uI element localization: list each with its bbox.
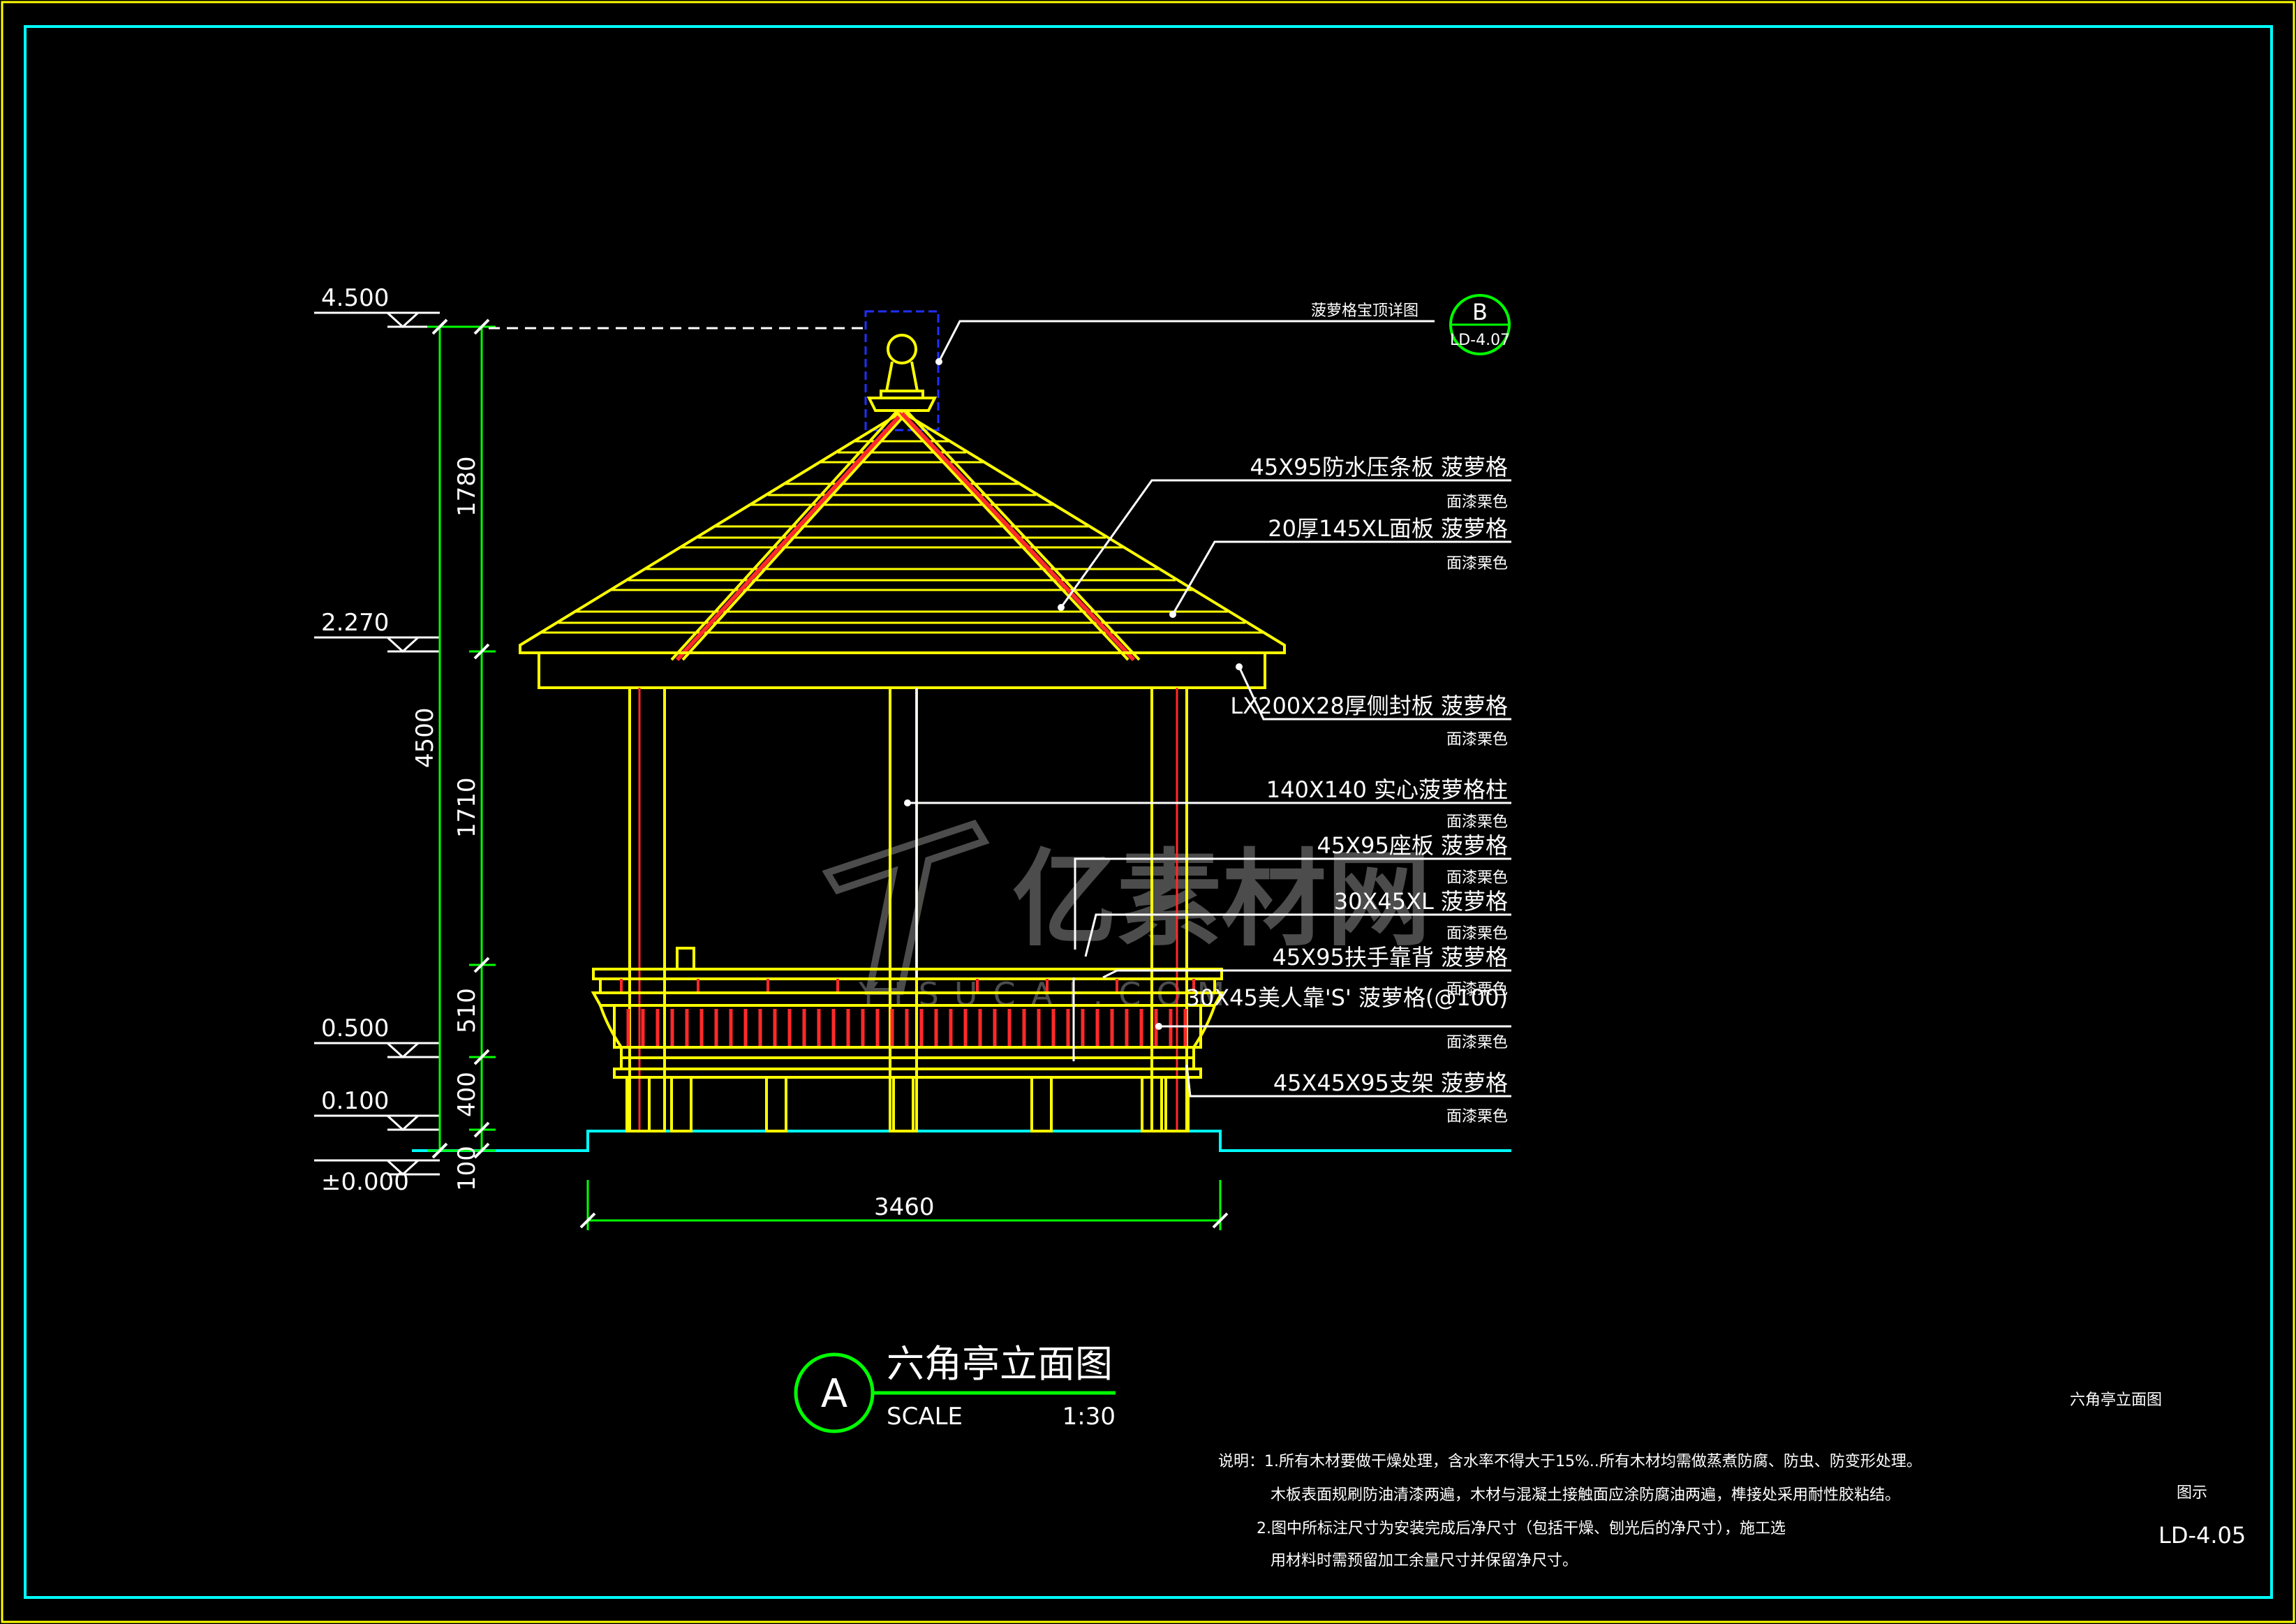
- dim-segment-1710: 1710: [453, 777, 481, 838]
- callout-5-main: 45X95座板 菠萝格: [1317, 832, 1508, 859]
- level-0500: 0.500: [321, 1014, 389, 1042]
- roof-boards: [541, 440, 1263, 634]
- callout-4-main: 140X140 实心菠萝格柱: [1266, 776, 1508, 803]
- callout-3-main: LX200X28厚侧封板 菠萝格: [1230, 693, 1508, 719]
- level-2270: 2.270: [321, 609, 389, 637]
- callout-2-sub: 面漆栗色: [1446, 555, 1508, 573]
- level-marker-0500: [314, 1042, 440, 1059]
- ground-line: [412, 1130, 1511, 1152]
- callout-6-main: 30X45XL 菠萝格: [1334, 888, 1508, 915]
- sheet-label: 图示: [2177, 1484, 2207, 1502]
- callout-8-sub: 面漆栗色: [1446, 1034, 1508, 1051]
- callout-8-main: 30X45美人靠'S' 菠萝格(@100): [1186, 984, 1509, 1011]
- dim-segment-400: 400: [453, 1072, 481, 1117]
- sheet-info: 六角亭立面图 图示 LD-4.05: [2070, 1392, 2246, 1549]
- callout-7-main: 45X95扶手靠背 菠萝格: [1272, 944, 1508, 970]
- scale-value: 1:30: [1062, 1403, 1116, 1431]
- callout-4-sub: 面漆栗色: [1446, 813, 1508, 831]
- title-text: 六角亭立面图: [887, 1342, 1113, 1386]
- detail-ref-sheet: LD-4.07: [1450, 332, 1510, 349]
- level-marker-2270: [314, 636, 440, 654]
- note-line-2: 木板表面规刷防油清漆两遍，木材与混凝土接触面应涂防腐油两遍，榫接处采用耐性胶粘结…: [1271, 1486, 1900, 1504]
- callout-3-sub: 面漆栗色: [1446, 731, 1508, 748]
- level-4500: 4.500: [321, 284, 389, 312]
- drawing-frame: [24, 25, 2273, 1599]
- drawing-title: A 六角亭立面图 SCALE 1:30: [794, 1342, 1116, 1433]
- lower-posts: [625, 1076, 1190, 1132]
- sheet-title: 六角亭立面图: [2070, 1392, 2162, 1409]
- watermark-logo-icon: [822, 819, 990, 995]
- callout-finial-detail: 菠萝格宝顶详图: [1311, 302, 1419, 320]
- title-letter: A: [821, 1371, 847, 1417]
- scale-label: SCALE: [887, 1403, 963, 1431]
- detail-reference: B LD-4.07: [1449, 294, 1511, 355]
- callout-9-main: 45X45X95支架 菠萝格: [1273, 1070, 1508, 1096]
- dim-segment-510: 510: [453, 988, 481, 1033]
- notes: 说明：1.所有木材要做干燥处理，含水率不得大于15%..所有木材均需做蒸煮防腐、…: [1218, 1453, 1922, 1570]
- note-line-3: 2.图中所标注尺寸为安装完成后净尺寸（包括干燥、刨光后的净尺寸），施工选: [1257, 1520, 1786, 1537]
- detail-ref-letter: B: [1472, 299, 1488, 325]
- cad-drawing: 亿素材网 YISUCAI.COM 4.500 2.270 0.500 0.100…: [1, 1, 2295, 1623]
- dim-segment-100: 100: [453, 1146, 481, 1191]
- outer-border: [1, 1, 2295, 1623]
- dim-width: 3460: [874, 1193, 935, 1221]
- note-line-1: 说明：1.所有木材要做干燥处理，含水率不得大于15%..所有木材均需做蒸煮防腐、…: [1218, 1453, 1922, 1470]
- callout-1-main: 45X95防水压条板 菠萝格: [1250, 454, 1508, 480]
- callout-9-sub: 面漆栗色: [1446, 1108, 1508, 1125]
- level-marker-4500: [314, 311, 440, 329]
- level-0000: ±0.000: [321, 1168, 409, 1196]
- roof-outline: [519, 410, 1286, 654]
- dim-segment-1780: 1780: [453, 456, 481, 517]
- level-0100: 0.100: [321, 1087, 389, 1115]
- dim-overall-height: 4500: [411, 707, 439, 768]
- balusters: [626, 1009, 1187, 1046]
- sheet-number: LD-4.05: [2158, 1522, 2246, 1549]
- callout-1-sub: 面漆栗色: [1446, 494, 1508, 511]
- rail-block: [676, 947, 695, 970]
- callout-2-main: 20厚145XL面板 菠萝格: [1268, 515, 1508, 542]
- level-marker-0100: [314, 1114, 440, 1132]
- callout-5-sub: 面漆栗色: [1446, 869, 1508, 887]
- eave-fascia: [538, 651, 1266, 689]
- note-line-4: 用材料时需预留加工余量尺寸并保留净尺寸。: [1271, 1552, 1578, 1570]
- callout-6-sub: 面漆栗色: [1446, 925, 1508, 943]
